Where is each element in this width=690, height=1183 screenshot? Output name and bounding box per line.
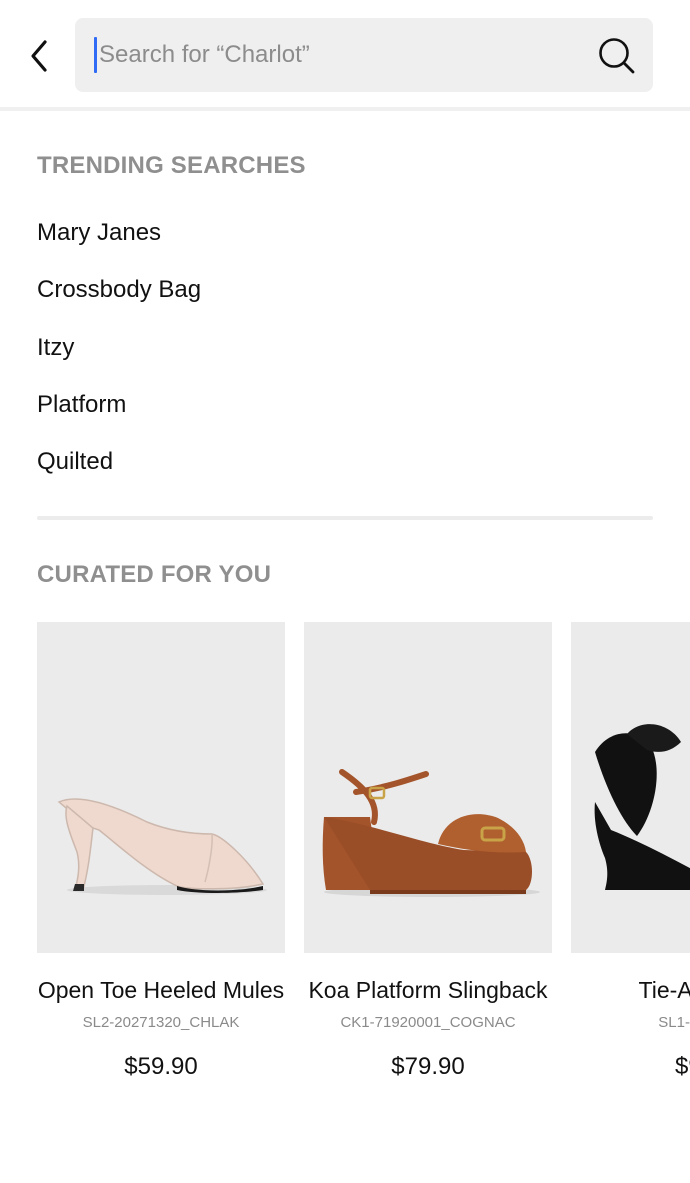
top-bar <box>0 0 690 111</box>
header-divider <box>0 107 690 111</box>
curated-for-you-title: CURATED FOR YOU <box>37 561 272 588</box>
section-divider <box>37 516 653 520</box>
trending-searches-title: TRENDING SEARCHES <box>37 152 306 179</box>
product-image <box>571 622 690 953</box>
heeled-mule-image <box>57 798 267 895</box>
search-icon[interactable] <box>597 36 637 76</box>
product-carousel[interactable]: Open Toe Heeled Mules SL2-20271320_CHLAK… <box>37 622 690 1102</box>
product-sku: SL1-50782 <box>658 1014 690 1031</box>
tie-around-heel-image <box>594 724 690 890</box>
trending-list: Mary Janes Crossbody Bag Itzy Platform Q… <box>37 210 201 496</box>
product-name: Open Toe Heeled Mules <box>37 977 285 1003</box>
trending-item[interactable]: Platform <box>37 382 201 439</box>
trending-item[interactable]: Mary Janes <box>37 210 201 267</box>
product-sku: SL2-20271320_CHLAK <box>82 1014 240 1031</box>
product-card[interactable]: Tie-Around SL1-50782 $99 <box>571 622 690 1081</box>
product-price: $59.90 <box>124 1053 198 1080</box>
trending-item[interactable]: Crossbody Bag <box>37 267 201 324</box>
product-price: $79.90 <box>391 1053 465 1080</box>
product-sku: CK1-71920001_COGNAC <box>340 1014 516 1031</box>
product-name: Koa Platform Slingback <box>308 977 548 1003</box>
product-card[interactable]: Open Toe Heeled Mules SL2-20271320_CHLAK… <box>37 622 285 1081</box>
chevron-left-icon <box>31 40 47 72</box>
product-card[interactable]: Koa Platform Slingback CK1-71920001_COGN… <box>304 622 552 1081</box>
platform-sandal-image <box>322 769 540 897</box>
search-input[interactable] <box>97 18 577 92</box>
product-name: Tie-Around <box>638 977 690 1003</box>
back-button[interactable] <box>22 36 56 76</box>
product-image <box>37 622 285 953</box>
product-image <box>304 622 552 953</box>
trending-item[interactable]: Itzy <box>37 325 201 382</box>
search-bar[interactable] <box>75 18 653 92</box>
product-price: $99 <box>674 1053 690 1080</box>
trending-item[interactable]: Quilted <box>37 439 201 496</box>
